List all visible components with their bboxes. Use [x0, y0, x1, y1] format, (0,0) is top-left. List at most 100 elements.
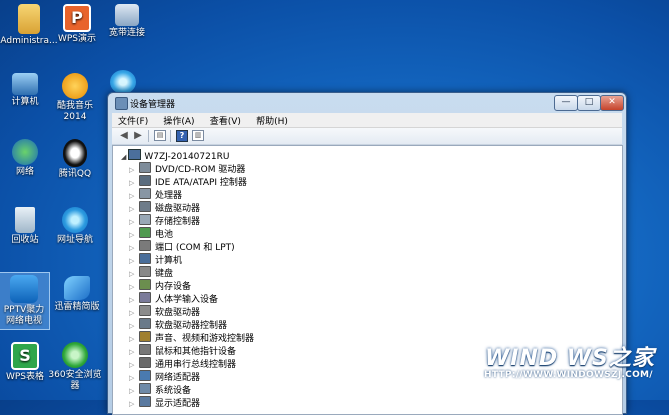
tree-item[interactable]: ▷ 声音、视频和游戏控制器	[129, 331, 254, 344]
tree-item[interactable]: ▷ 处理器	[129, 188, 182, 201]
device-category-icon	[139, 383, 151, 394]
device-category-icon	[139, 253, 151, 264]
computer-node-icon	[128, 149, 142, 160]
tree-item[interactable]: ▷ IDE ATA/ATAPI 控制器	[129, 175, 247, 188]
wps-presentation-icon: P	[63, 4, 91, 32]
title-bar[interactable]: 设备管理器 — □ ✕	[108, 93, 626, 113]
toolbar: ◀ ▶ ▤ ? ▥	[112, 128, 622, 145]
device-category-icon	[139, 318, 151, 329]
tree-item-label: 计算机	[155, 256, 183, 266]
menu-action[interactable]: 操作(A)	[157, 113, 200, 128]
tree-item[interactable]: ▷ 软盘驱动器	[129, 305, 200, 318]
device-manager-icon	[115, 97, 128, 110]
desktop-icon-label: 360安全浏览器	[48, 370, 102, 391]
forward-arrow-icon[interactable]: ▶	[132, 130, 144, 141]
device-category-icon	[139, 266, 151, 277]
back-arrow-icon[interactable]: ◀	[118, 130, 130, 141]
tree-root-label: W7ZJ-20140721RU	[144, 152, 230, 162]
menu-file[interactable]: 文件(F)	[112, 113, 154, 128]
device-category-icon	[139, 357, 151, 368]
desktop-icon-pptv[interactable]: PPTV聚力 网络电视	[0, 272, 50, 330]
site-url: HTTP://WWW.WINDOWSZJ.COM/	[484, 370, 653, 380]
tree-item[interactable]: ▷ 磁盘驱动器	[129, 201, 200, 214]
ie-browser-icon	[62, 207, 88, 233]
toolbar-separator	[170, 130, 171, 142]
tree-item-label: 端口 (COM 和 LPT)	[155, 243, 235, 253]
desktop-icon-kuwo-music[interactable]: 酷我音乐 2014	[46, 73, 104, 123]
tree-item[interactable]: ▷ 电池	[129, 227, 173, 240]
tree-item[interactable]: ▷ 软盘驱动器控制器	[129, 318, 227, 331]
tree-item[interactable]: ▷ 系统设备	[129, 383, 191, 396]
qq-penguin-icon	[63, 139, 87, 167]
window-title: 设备管理器	[130, 100, 176, 110]
device-category-icon	[139, 305, 151, 316]
tree-item[interactable]: ▷ 网络适配器	[129, 370, 200, 383]
tree-item-label: 人体学输入设备	[155, 295, 219, 305]
network-connection-icon	[115, 4, 139, 26]
desktop-icon-360-browser[interactable]: 360安全浏览器	[46, 342, 104, 392]
desktop-icon-label: 腾讯QQ	[58, 169, 92, 179]
tree-item[interactable]: ▷ 键盘	[129, 266, 173, 279]
tree-item[interactable]: ▷ 端口 (COM 和 LPT)	[129, 240, 235, 253]
device-category-icon	[139, 344, 151, 355]
ie-icon-partial[interactable]	[110, 70, 136, 94]
desktop-icon-label: 计算机	[11, 97, 39, 107]
tree-item-label: 存储控制器	[155, 217, 201, 227]
toolbar-separator	[148, 130, 149, 142]
close-button[interactable]: ✕	[600, 95, 624, 111]
tree-item[interactable]: ▷ 通用串行总线控制器	[129, 357, 236, 370]
device-category-icon	[139, 331, 151, 342]
desktop-icon-label: 酷我音乐 2014	[56, 101, 93, 122]
minimize-button[interactable]: —	[554, 95, 578, 111]
tree-item-label: 磁盘驱动器	[155, 204, 201, 214]
desktop-icon-label: 迅雷精简版	[54, 302, 100, 312]
tree-item-label: IDE ATA/ATAPI 控制器	[155, 178, 247, 188]
tree-item-label: 系统设备	[155, 386, 192, 396]
tree-root[interactable]: ◢ W7ZJ-20140721RU	[121, 149, 230, 162]
tree-item[interactable]: ▷ 显示适配器	[129, 396, 200, 409]
menu-help[interactable]: 帮助(H)	[250, 113, 294, 128]
collapse-arrow-icon[interactable]: ◢	[121, 153, 126, 161]
tree-item-label: DVD/CD-ROM 驱动器	[155, 165, 246, 175]
tree-item[interactable]: ▷ 计算机	[129, 253, 182, 266]
tree-item[interactable]: ▷ DVD/CD-ROM 驱动器	[129, 162, 245, 175]
tree-item[interactable]: ▷ 人体学输入设备	[129, 292, 218, 305]
tree-item-label: 电池	[155, 230, 174, 240]
pptv-icon	[10, 275, 38, 303]
device-category-icon	[139, 227, 151, 238]
desktop-icon-label: 回收站	[11, 235, 39, 245]
computer-icon	[12, 73, 38, 95]
device-category-icon	[139, 175, 151, 186]
recycle-bin-icon	[15, 207, 35, 233]
device-category-icon	[139, 396, 151, 407]
desktop-icon-web-nav[interactable]: 网址导航	[46, 207, 104, 246]
device-category-icon	[139, 188, 151, 199]
user-folder-icon	[18, 4, 40, 34]
desktop-icon-broadband[interactable]: 宽带连接	[98, 4, 156, 39]
tree-item-label: 网络适配器	[155, 373, 201, 383]
device-category-icon	[139, 240, 151, 251]
tree-item-label: 软盘驱动器控制器	[155, 321, 228, 331]
menu-view[interactable]: 查看(V)	[204, 113, 247, 128]
menu-bar: 文件(F) 操作(A) 查看(V) 帮助(H)	[112, 113, 622, 128]
maximize-button[interactable]: □	[577, 95, 601, 111]
properties-icon[interactable]: ▥	[192, 130, 204, 141]
tree-item[interactable]: ▷ 鼠标和其他指针设备	[129, 344, 236, 357]
tree-item[interactable]: ▷ 存储控制器	[129, 214, 200, 227]
tree-item[interactable]: ▷ 内存设备	[129, 279, 191, 292]
show-hide-tree-icon[interactable]: ▤	[154, 130, 166, 141]
tree-item-label: 内存设备	[155, 282, 192, 292]
device-category-icon	[139, 370, 151, 381]
360-browser-icon	[62, 342, 88, 368]
tree-item-label: 键盘	[155, 269, 174, 279]
tree-item-label: 显示适配器	[155, 399, 201, 409]
tree-item-label: 声音、视频和游戏控制器	[155, 334, 255, 344]
help-icon[interactable]: ?	[176, 130, 188, 142]
device-category-icon	[139, 201, 151, 212]
desktop-icon-xunlei[interactable]: 迅雷精简版	[48, 276, 106, 313]
network-globe-icon	[12, 139, 38, 165]
desktop-icon-label: 宽带连接	[108, 28, 145, 38]
desktop-icon-qq[interactable]: 腾讯QQ	[46, 139, 104, 180]
site-logo: WIND WS之家	[485, 346, 655, 371]
desktop-icon-label: PPTV聚力 网络电视	[3, 305, 45, 326]
